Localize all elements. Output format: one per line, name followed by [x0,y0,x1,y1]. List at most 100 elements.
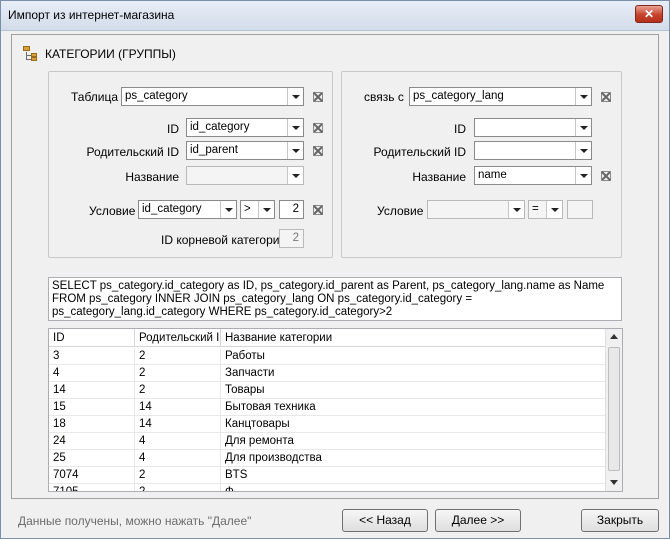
chevron-down-icon[interactable] [220,201,236,218]
link-name-combo-value: name [478,169,507,181]
cell-id: 24 [49,433,135,450]
chevron-down-icon[interactable] [258,201,274,218]
link-condition-value-input[interactable] [567,200,593,219]
name-combo[interactable] [186,166,304,185]
table-row[interactable]: 7074 2 BTS [49,467,606,484]
link-condition-operator-value: = [532,203,539,215]
link-condition-field-combo[interactable] [427,200,525,219]
cell-parent: 2 [135,382,221,399]
window-close-button[interactable]: ✕ [635,5,663,23]
root-id-input[interactable]: 2 [279,229,304,248]
cell-id: 7105 [49,484,135,491]
grid-vertical-scrollbar[interactable] [605,329,622,491]
cell-id: 25 [49,450,135,467]
chevron-down-icon[interactable] [575,88,591,105]
chevron-down-icon[interactable] [575,142,591,159]
close-button[interactable]: Закрыть [581,509,659,532]
section-header: КАТЕГОРИИ (ГРУППЫ) [23,46,176,62]
column-header-id[interactable]: ID [49,329,135,347]
cell-parent: 2 [135,365,221,382]
cell-parent: 14 [135,399,221,416]
table-row[interactable]: 18 14 Канцтовары [49,416,606,433]
condition-value-input[interactable]: 2 [279,200,304,219]
chevron-down-icon[interactable] [575,119,591,136]
chevron-down-icon[interactable] [287,88,303,105]
sql-query-text[interactable]: SELECT ps_category.id_category as ID, ps… [48,277,622,321]
column-header-name[interactable]: Название категории [221,329,606,347]
chevron-down-icon[interactable] [287,167,303,184]
table-combo-value: ps_category [125,90,188,102]
parent-id-label: Родительский ID [86,145,179,159]
cell-parent: 2 [135,467,221,484]
table-row[interactable]: 4 2 Запчасти [49,365,606,382]
next-button[interactable]: Далее >> [435,509,521,532]
cell-parent: 4 [135,450,221,467]
scroll-thumb[interactable] [608,347,620,471]
cell-parent: 4 [135,433,221,450]
link-id-combo[interactable] [474,118,592,137]
condition-operator-combo[interactable]: > [240,200,275,219]
clear-parent-id-icon[interactable] [312,145,324,157]
cell-parent: 14 [135,416,221,433]
link-table-combo-value: ps_category_lang [413,90,504,102]
parent-id-combo-value: id_parent [190,144,238,156]
link-parent-id-combo[interactable] [474,141,592,160]
cell-parent: 2 [135,348,221,365]
clear-link-name-icon[interactable] [600,170,612,182]
clear-condition-icon[interactable] [312,204,324,216]
title-bar: Импорт из интернет-магазина ✕ [1,1,669,31]
table-label: Таблица [71,90,119,104]
cell-name: Товары [225,384,265,396]
cell-id: 15 [49,399,135,416]
clear-link-table-icon[interactable] [600,91,612,103]
table-row[interactable]: 25 4 Для производства [49,450,606,467]
cell-id: 7074 [49,467,135,484]
cell-id: 14 [49,382,135,399]
chevron-down-icon[interactable] [287,119,303,136]
id-combo-value: id_category [190,121,250,133]
table-row[interactable]: 14 2 Товары [49,382,606,399]
link-parent-id-label: Родительский ID [373,145,466,159]
link-condition-operator-combo[interactable]: = [528,200,563,219]
parent-id-combo[interactable]: id_parent [186,141,304,160]
chevron-down-icon[interactable] [575,167,591,184]
condition-label: Условие [89,204,136,218]
clear-id-icon[interactable] [312,122,324,134]
cell-id: 18 [49,416,135,433]
table-row[interactable]: 3 2 Работы [49,348,606,365]
condition-operator-value: > [244,203,251,215]
link-condition-label: Условие [377,204,424,218]
column-header-parent[interactable]: Родительский I [135,329,221,347]
table-row[interactable]: 15 14 Бытовая техника [49,399,606,416]
chevron-down-icon[interactable] [287,142,303,159]
link-table-combo[interactable]: ps_category_lang [409,87,592,106]
back-button[interactable]: << Назад [342,509,428,532]
link-name-combo[interactable]: name [474,166,592,185]
id-label: ID [167,122,179,136]
table-row[interactable]: 7105 2 Ф... [49,484,606,492]
scroll-down-icon[interactable] [606,474,622,490]
cell-name: Запчасти [225,367,275,379]
categories-grid[interactable]: ID Родительский I Название категории 3 2… [48,328,623,492]
import-window: Импорт из интернет-магазина ✕ КАТЕГОРИИ … [0,0,670,539]
cell-name: Ф... [225,486,244,492]
id-combo[interactable]: id_category [186,118,304,137]
cell-name: Канцтовары [225,418,290,430]
condition-field-combo[interactable]: id_category [138,200,237,219]
scroll-up-icon[interactable] [606,329,622,345]
grid-header: ID Родительский I Название категории [49,329,606,347]
cell-id: 3 [49,348,135,365]
cell-name: Для производства [225,452,322,464]
link-name-label: Название [412,170,466,184]
cell-name: Бытовая техника [225,401,316,413]
condition-field-value: id_category [142,203,202,215]
chevron-down-icon[interactable] [546,201,562,218]
link-label: связь с [364,90,404,104]
cell-name: Работы [225,350,265,362]
chevron-down-icon[interactable] [508,201,524,218]
link-id-label: ID [454,122,466,136]
clear-table-icon[interactable] [312,91,324,103]
status-text: Данные получены, можно нажать "Далее" [18,514,252,528]
table-row[interactable]: 24 4 Для ремонта [49,433,606,450]
table-combo[interactable]: ps_category [121,87,304,106]
